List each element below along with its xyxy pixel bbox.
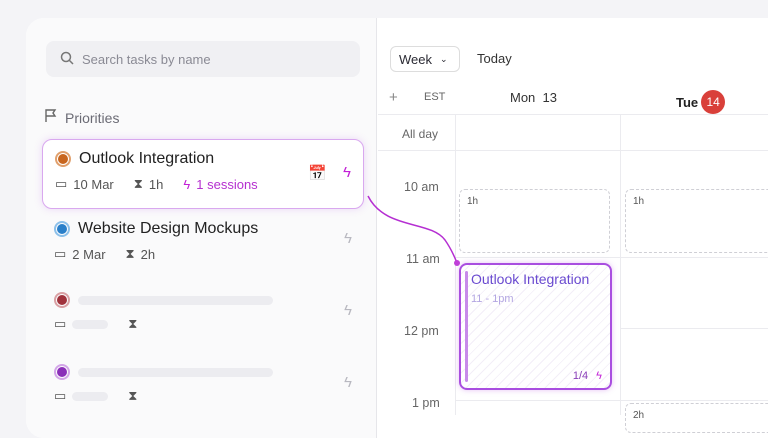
drag-connector (367, 195, 460, 266)
event-title: Outlook Integration (471, 271, 590, 287)
event-time: 11 - 1pm (471, 293, 514, 305)
scheduled-event[interactable]: Outlook Integration 11 - 1pm 1/4 ϟ (459, 263, 612, 390)
bolt-icon: ϟ (596, 370, 602, 382)
event-progress: 1/4 (572, 370, 589, 382)
